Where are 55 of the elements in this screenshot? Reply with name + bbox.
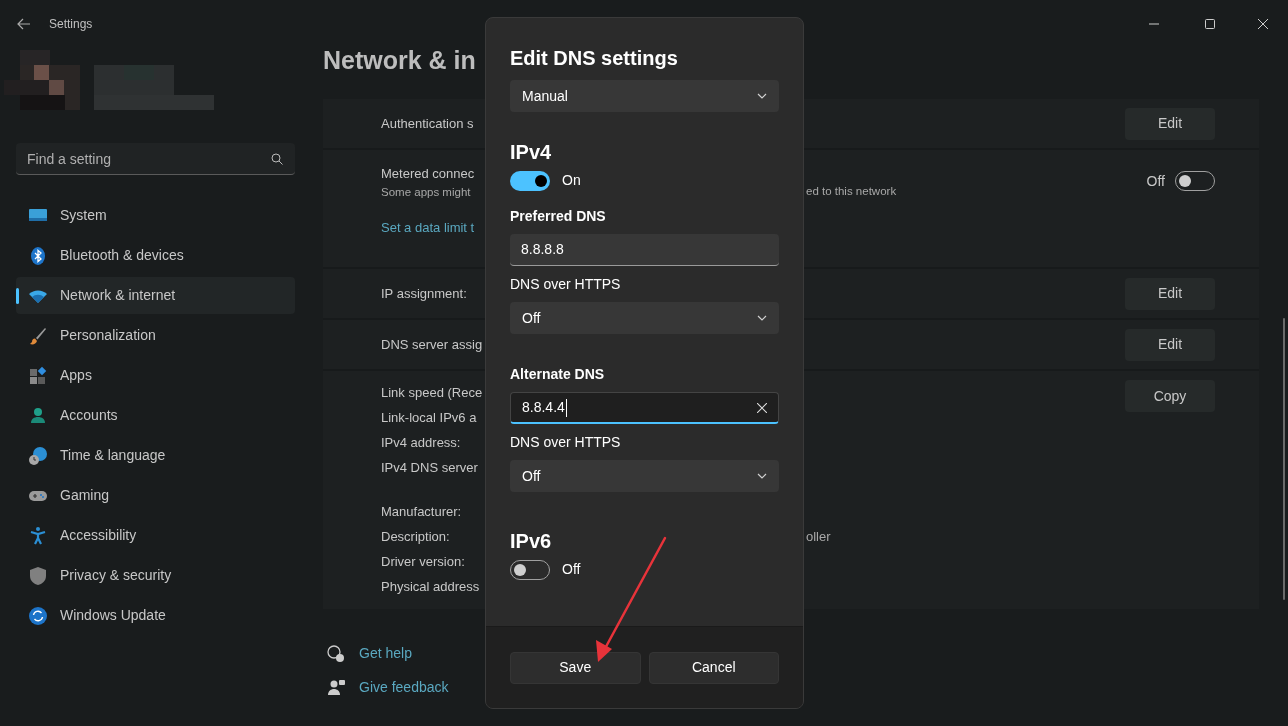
nav-item[interactable]: Gaming (16, 477, 295, 514)
dropdown[interactable]: Off (510, 302, 779, 334)
button[interactable]: Edit (1125, 328, 1215, 361)
chevron-down-icon (757, 315, 767, 321)
dropdown[interactable]: Manual (510, 80, 779, 112)
dialog-button[interactable]: Cancel (648, 651, 779, 684)
window-title: Settings (49, 16, 93, 33)
data-limit-link[interactable]: Set a data limit t (381, 217, 475, 238)
nav-item[interactable]: Windows Update (16, 597, 295, 634)
search-icon (271, 153, 283, 165)
chevron-down-icon (757, 93, 767, 99)
nav-item[interactable]: Bluetooth & devices (16, 237, 295, 274)
maximize-icon[interactable] (1205, 19, 1215, 29)
dropdown[interactable]: Off (510, 460, 779, 492)
nav-item[interactable]: Network & internet (16, 277, 295, 314)
dialog-button[interactable]: Save (510, 651, 641, 684)
nav-item[interactable]: Personalization (16, 317, 295, 354)
clear-icon[interactable] (757, 402, 767, 413)
page-title: Network & in (323, 45, 476, 76)
accessibility-icon (28, 525, 48, 546)
toggle-label: Off (562, 560, 581, 579)
scrollbar[interactable] (1283, 318, 1285, 600)
toggle-label: On (562, 171, 581, 190)
nav-item[interactable]: Accounts (16, 397, 295, 434)
section-heading: IPv6 (510, 529, 553, 554)
input-field[interactable]: 8.8.4.4 (510, 392, 779, 424)
input-field[interactable]: 8.8.8.8 (510, 234, 779, 266)
nav-item[interactable]: Accessibility (16, 517, 295, 554)
field-label: DNS over HTTPS (510, 433, 622, 452)
button[interactable]: Edit (1125, 277, 1215, 310)
bluetooth-icon (28, 245, 48, 266)
field-label: Preferred DNS (510, 207, 607, 226)
person-icon (28, 405, 48, 426)
nav-item[interactable]: Privacy & security (16, 557, 295, 594)
dialog-title: Edit DNS settings (510, 46, 679, 71)
globe-clock-icon (28, 445, 48, 466)
nav-item[interactable]: Apps (16, 357, 295, 394)
nav-item[interactable]: Time & language (16, 437, 295, 474)
help-link[interactable]: Give feedback (359, 677, 449, 698)
chevron-down-icon (757, 473, 767, 479)
person-feedback-icon (326, 677, 346, 698)
sync-icon (28, 605, 48, 626)
nav-item[interactable]: System (16, 197, 295, 234)
brush-icon (28, 325, 48, 346)
toggle-switch[interactable] (510, 170, 550, 191)
close-icon[interactable] (1258, 19, 1268, 29)
shield-icon (28, 565, 48, 586)
search-field[interactable]: Find a setting (16, 143, 295, 175)
button[interactable]: Copy (1125, 380, 1215, 412)
field-label: DNS over HTTPS (510, 275, 622, 294)
button[interactable]: Edit (1125, 107, 1215, 140)
back-arrow-icon[interactable] (17, 18, 31, 30)
help-chat-icon (326, 643, 346, 664)
apps-icon (28, 365, 48, 386)
help-link[interactable]: Get help (359, 643, 412, 664)
